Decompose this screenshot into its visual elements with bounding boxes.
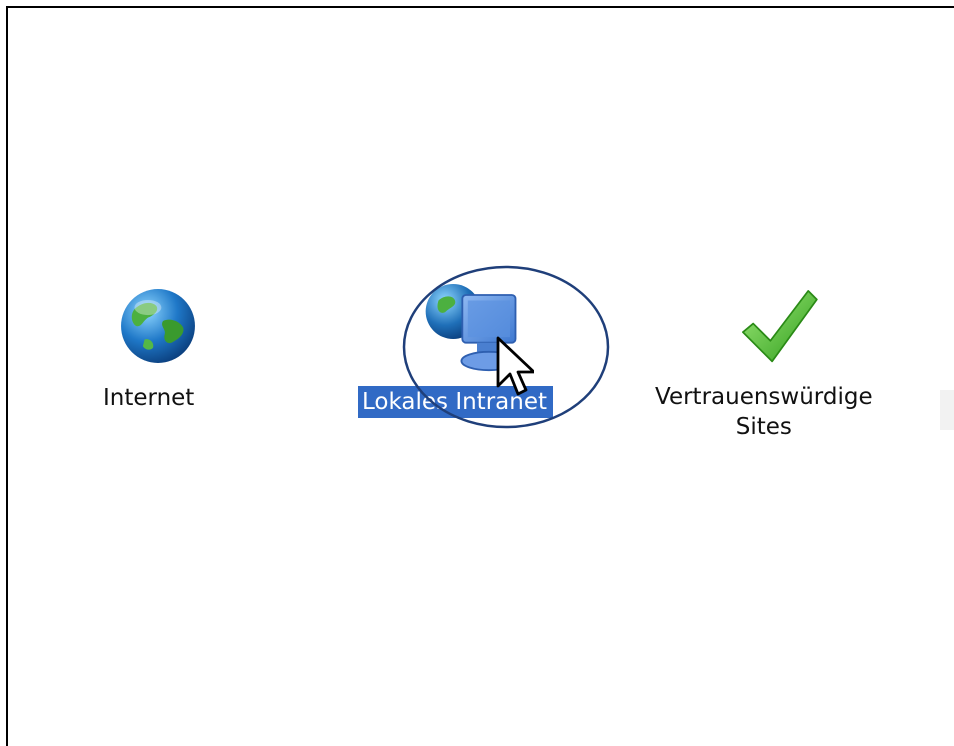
zone-trusted-sites-label-line2: Sites bbox=[735, 414, 792, 440]
zone-internet-label: Internet bbox=[103, 385, 195, 411]
zone-trusted-sites-label-line1: Vertrauenswürdige bbox=[655, 384, 873, 410]
zone-local-intranet[interactable]: Lokales Intranet bbox=[350, 262, 630, 442]
zone-internet[interactable]: Internet bbox=[92, 276, 232, 436]
checkmark-icon bbox=[742, 290, 818, 363]
zone-trusted-sites-label: Vertrauenswürdige Sites bbox=[652, 382, 876, 442]
zone-local-intranet-label: Lokales Intranet bbox=[358, 386, 553, 418]
local-intranet-icon bbox=[425, 284, 518, 372]
zone-partial-cutoff[interactable] bbox=[940, 390, 954, 430]
zone-trusted-sites[interactable]: Vertrauenswürdige Sites bbox=[640, 280, 930, 460]
globe-icon bbox=[121, 289, 195, 363]
